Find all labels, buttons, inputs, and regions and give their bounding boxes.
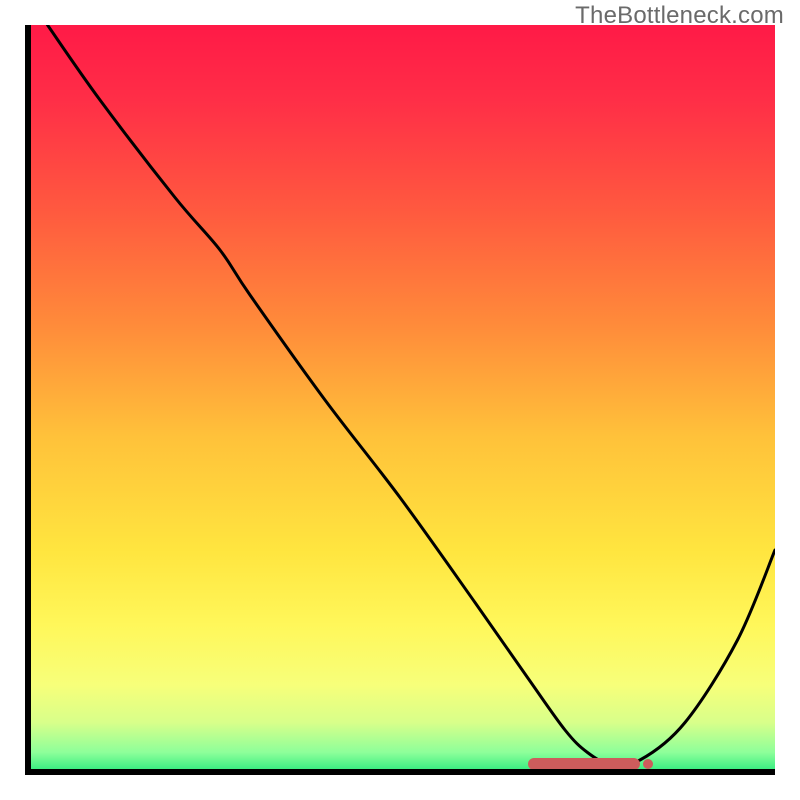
plot-area (25, 25, 775, 775)
optimal-range-marker (528, 758, 641, 770)
optimal-point-dot (643, 759, 653, 769)
chart-container: TheBottleneck.com (0, 0, 800, 800)
bottleneck-curve (25, 25, 775, 775)
